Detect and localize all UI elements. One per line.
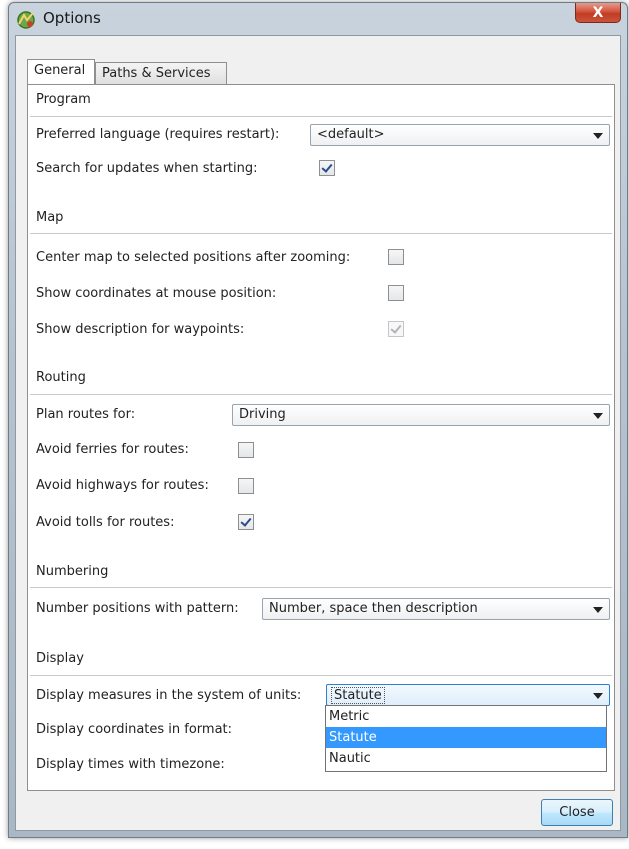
coordinates-format-label: Display coordinates in format: xyxy=(36,722,233,737)
preferred-language-value: <default> xyxy=(317,127,385,142)
number-pattern-label: Number positions with pattern: xyxy=(36,601,239,616)
section-title-program: Program xyxy=(36,92,91,107)
avoid-ferries-checkbox[interactable] xyxy=(238,442,254,458)
title-bar[interactable]: Options X xyxy=(9,3,627,35)
window-close-button[interactable]: X xyxy=(575,3,621,23)
section-title-map: Map xyxy=(36,210,64,225)
chevron-down-icon xyxy=(593,607,603,613)
tab-paths-services[interactable]: Paths & Services xyxy=(95,62,227,84)
search-updates-checkbox[interactable] xyxy=(319,160,335,176)
section-divider xyxy=(30,587,612,588)
units-option-metric[interactable]: Metric xyxy=(326,706,606,727)
chevron-down-icon xyxy=(593,693,603,699)
chevron-down-icon xyxy=(593,413,603,419)
close-button[interactable]: Close xyxy=(541,799,613,826)
show-coordinates-label: Show coordinates at mouse position: xyxy=(36,286,277,301)
section-divider xyxy=(30,233,612,234)
options-dialog: Options X General Paths & Services Progr… xyxy=(8,2,628,838)
section-title-numbering: Numbering xyxy=(36,564,109,579)
show-description-label: Show description for waypoints: xyxy=(36,322,245,337)
units-value: Statute xyxy=(331,687,385,704)
number-pattern-select[interactable]: Number, space then description xyxy=(262,598,610,620)
section-divider xyxy=(30,116,612,117)
section-divider xyxy=(30,394,612,395)
general-tab-panel: Program Preferred language (requires res… xyxy=(27,84,615,791)
center-map-label: Center map to selected positions after z… xyxy=(36,250,351,265)
plan-routes-select[interactable]: Driving xyxy=(232,404,610,426)
avoid-ferries-label: Avoid ferries for routes: xyxy=(36,442,189,457)
timezone-label: Display times with timezone: xyxy=(36,757,225,772)
show-description-checkbox xyxy=(388,321,404,337)
preferred-language-select[interactable]: <default> xyxy=(310,124,610,146)
units-option-nautic[interactable]: Nautic xyxy=(326,748,606,769)
tab-general[interactable]: General xyxy=(27,59,95,84)
section-title-routing: Routing xyxy=(36,370,86,385)
avoid-tolls-checkbox[interactable] xyxy=(238,514,254,530)
units-option-statute[interactable]: Statute xyxy=(326,727,606,748)
chevron-down-icon xyxy=(593,133,603,139)
plan-routes-value: Driving xyxy=(239,407,286,422)
section-title-display: Display xyxy=(36,651,84,666)
close-icon: X xyxy=(592,4,604,21)
show-coordinates-checkbox[interactable] xyxy=(388,285,404,301)
center-map-checkbox[interactable] xyxy=(388,249,404,265)
avoid-highways-checkbox[interactable] xyxy=(238,478,254,494)
window-title: Options xyxy=(43,9,101,27)
units-dropdown-list: Metric Statute Nautic xyxy=(325,705,607,772)
preferred-language-label: Preferred language (requires restart): xyxy=(36,127,280,142)
units-label: Display measures in the system of units: xyxy=(36,688,302,703)
units-select[interactable]: Statute xyxy=(326,684,610,706)
search-updates-label: Search for updates when starting: xyxy=(36,161,258,176)
app-icon xyxy=(17,11,35,29)
number-pattern-value: Number, space then description xyxy=(269,601,478,616)
avoid-highways-label: Avoid highways for routes: xyxy=(36,478,209,493)
avoid-tolls-label: Avoid tolls for routes: xyxy=(36,515,175,530)
plan-routes-label: Plan routes for: xyxy=(36,407,136,422)
section-divider xyxy=(30,675,612,676)
dialog-client-area: General Paths & Services Program Preferr… xyxy=(15,35,621,831)
